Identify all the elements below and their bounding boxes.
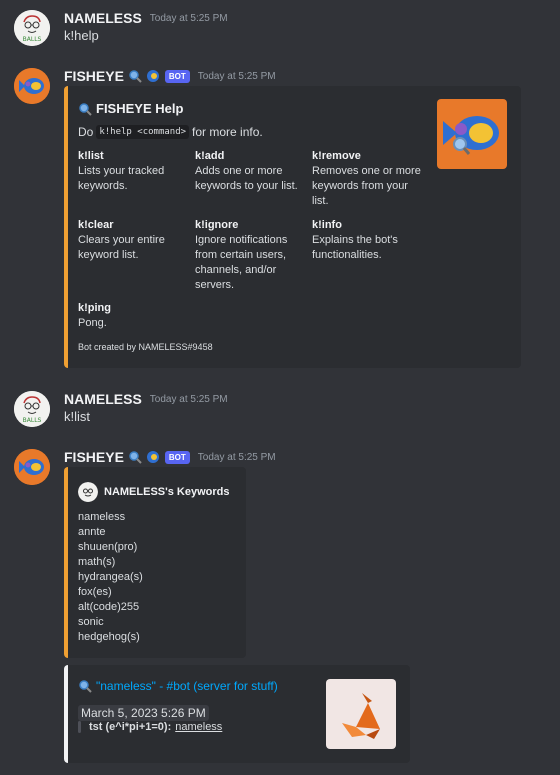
fish-icon — [14, 449, 50, 485]
user-avatar[interactable]: BALLS — [14, 10, 50, 46]
author-avatar — [78, 482, 98, 502]
quote-author: tst (e^i*pi+1=0): — [89, 721, 172, 733]
keyword-item: nameless — [78, 511, 126, 523]
keyword-item: alt(code)255 — [78, 601, 140, 613]
field-value: Clears your entire keyword list. — [78, 234, 165, 261]
message-header: FISHEYE BOT Today at 5:25 PM — [64, 447, 276, 467]
fish-icon — [146, 70, 159, 82]
keyword-item: hedgehog(s) — [78, 631, 140, 643]
embed-title-link[interactable]: "nameless" - #bot (server for stuff) — [96, 679, 278, 693]
keywords-embed: NAMELESS's Keywords nameless annte shuue… — [64, 467, 246, 658]
field-name: k!ignore — [195, 219, 239, 231]
keyword-item: shuuen(pro) — [78, 541, 138, 553]
message-4: FISHEYE BOT Today at 5:25 PM NAMELESS's … — [0, 447, 560, 767]
timestamp: Today at 5:25 PM — [197, 451, 276, 463]
embed-title[interactable]: "nameless" - #bot (server for stuff) — [78, 679, 278, 693]
embed-description: Do k!help <command> for more info. — [78, 125, 263, 139]
username[interactable]: NAMELESS — [64, 391, 142, 407]
magnifier-icon — [129, 451, 142, 464]
keyword-list: nameless annte shuuen(pro) math(s) hydra… — [78, 510, 143, 645]
match-thumbnail[interactable] — [326, 679, 396, 749]
field-value: Adds one or more keywords to your list. — [195, 165, 298, 192]
user-avatar[interactable]: BALLS — [14, 391, 50, 427]
svg-text:BALLS: BALLS — [23, 36, 42, 43]
field-ping: k!ping Pong. — [78, 302, 190, 331]
sketch-avatar: BALLS — [14, 10, 50, 46]
username[interactable]: FISHEYE — [64, 68, 124, 84]
fish-icon — [14, 68, 50, 104]
help-embed: FISHEYE Help Do k!help <command> for mor… — [64, 86, 521, 368]
embed-author: NAMELESS's Keywords — [78, 482, 229, 502]
message-header: NAMELESS Today at 5:25 PM — [64, 8, 228, 28]
keyword-item: annte — [78, 526, 106, 538]
fox-origami-image — [326, 679, 396, 749]
timestamp: Today at 5:25 PM — [197, 70, 276, 82]
message-header: NAMELESS Today at 5:25 PM — [64, 389, 228, 409]
username[interactable]: FISHEYE — [64, 449, 124, 465]
quote-text[interactable]: nameless — [175, 721, 222, 733]
embed-author-name: NAMELESS's Keywords — [104, 486, 230, 498]
bot-badge: BOT — [164, 450, 190, 464]
magnifier-icon — [129, 70, 142, 83]
message-2: FISHEYE BOT Today at 5:25 PM FISHEYE Hel… — [0, 66, 560, 370]
fish-icon — [437, 99, 507, 169]
embed-title-text: FISHEYE Help — [96, 101, 184, 116]
field-name: k!remove — [312, 150, 361, 162]
embed-title: FISHEYE Help — [78, 101, 183, 116]
field-remove: k!remove Removes one or more keywords fr… — [312, 150, 424, 209]
sketch-avatar: BALLS — [14, 391, 50, 427]
field-value: Pong. — [78, 317, 107, 329]
desc-suffix: for more info. — [192, 125, 263, 139]
field-name: k!clear — [78, 219, 114, 231]
field-name: k!info — [312, 219, 342, 231]
bot-badge: BOT — [164, 69, 190, 83]
field-add: k!add Adds one or more keywords to your … — [195, 150, 307, 194]
field-clear: k!clear Clears your entire keyword list. — [78, 219, 190, 263]
message-text: k!list — [64, 409, 90, 424]
message-1: BALLS NAMELESS Today at 5:25 PM k!help — [0, 8, 560, 48]
date-text: March 5, 2023 5:26 PM — [78, 705, 209, 721]
inline-code: k!help <command> — [96, 125, 190, 139]
match-date: March 5, 2023 5:26 PM — [78, 705, 209, 721]
message-text: k!help — [64, 28, 99, 43]
field-value: Explains the bot's functionalities. — [312, 234, 398, 261]
message-3: BALLS NAMELESS Today at 5:25 PM k!list — [0, 389, 560, 429]
magnifier-icon — [79, 102, 92, 116]
timestamp: Today at 5:25 PM — [149, 393, 228, 405]
username[interactable]: NAMELESS — [64, 10, 142, 26]
desc-prefix: Do — [78, 125, 94, 139]
fish-icon — [146, 451, 159, 463]
magnifier-icon — [79, 680, 92, 693]
match-embed: "nameless" - #bot (server for stuff) Mar… — [64, 665, 410, 763]
keyword-item: fox(es) — [78, 586, 112, 598]
keyword-item: math(s) — [78, 556, 116, 568]
embed-footer: Bot created by NAMELESS#9458 — [78, 342, 213, 352]
embed-thumbnail[interactable] — [437, 99, 507, 169]
field-ignore: k!ignore Ignore notifications from certa… — [195, 219, 307, 293]
svg-text:BALLS: BALLS — [23, 417, 42, 424]
message-header: FISHEYE BOT Today at 5:25 PM — [64, 66, 276, 86]
quote-bar — [78, 721, 81, 733]
keyword-item: sonic — [78, 616, 104, 628]
keyword-item: hydrangea(s) — [78, 571, 143, 583]
field-name: k!list — [78, 150, 104, 162]
field-value: Ignore notifications from certain users,… — [195, 234, 288, 291]
timestamp: Today at 5:25 PM — [149, 12, 228, 24]
field-value: Removes one or more keywords from your l… — [312, 165, 421, 207]
field-name: k!ping — [78, 302, 111, 314]
field-value: Lists your tracked keywords. — [78, 165, 165, 192]
bot-avatar[interactable] — [14, 68, 50, 104]
field-name: k!add — [195, 150, 225, 162]
field-info: k!info Explains the bot's functionalitie… — [312, 219, 424, 263]
bot-avatar[interactable] — [14, 449, 50, 485]
field-list: k!list Lists your tracked keywords. — [78, 150, 190, 194]
match-quote: tst (e^i*pi+1=0): nameless — [78, 721, 222, 733]
